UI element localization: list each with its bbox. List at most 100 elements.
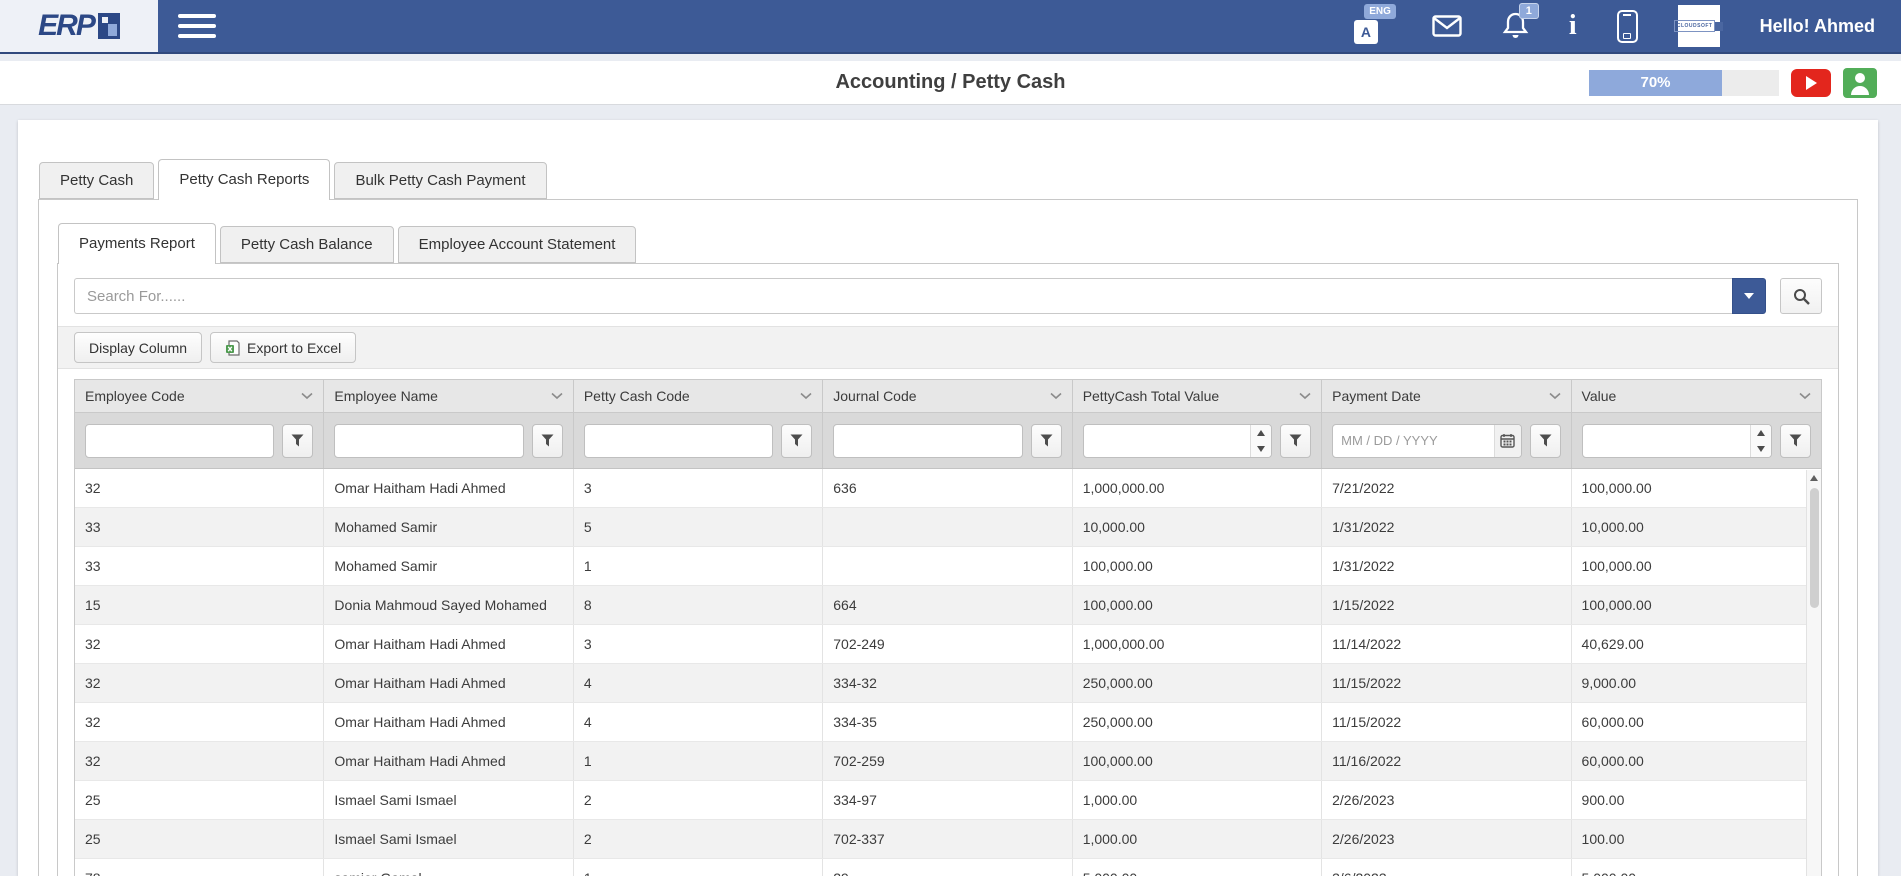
table-row[interactable]: 32Omar Haitham Hadi Ahmed1702-259100,000… xyxy=(75,742,1821,781)
language-switch-icon[interactable]: ENG A xyxy=(1352,6,1392,46)
content-card: Petty Cash Petty Cash Reports Bulk Petty C… xyxy=(18,120,1878,876)
table-cell: 2 xyxy=(574,781,823,819)
grid-body: 32Omar Haitham Hadi Ahmed36361,000,000.0… xyxy=(75,469,1821,876)
table-cell: 3 xyxy=(574,625,823,663)
column-header-label: Payment Date xyxy=(1332,388,1421,404)
subtab-employee-account-statement[interactable]: Employee Account Statement xyxy=(398,226,637,263)
filter-funnel-button-4[interactable] xyxy=(1280,424,1311,458)
scroll-up-arrow-icon[interactable] xyxy=(1807,470,1821,486)
youtube-icon[interactable] xyxy=(1791,69,1831,97)
table-cell: Omar Haitham Hadi Ahmed xyxy=(324,742,573,780)
column-header-employee-name[interactable]: Employee Name xyxy=(324,380,573,412)
table-cell: 1,000,000.00 xyxy=(1073,469,1322,507)
table-cell: 1/31/2022 xyxy=(1322,547,1571,585)
calendar-button[interactable] xyxy=(1494,425,1521,457)
filter-funnel-button-5[interactable] xyxy=(1530,424,1561,458)
column-header-pettycash-total-value[interactable]: PettyCash Total Value xyxy=(1073,380,1322,412)
chevron-down-icon xyxy=(1299,392,1311,400)
petty-cash-reports-panel: Payments ReportPetty Cash BalanceEmploye… xyxy=(38,199,1858,876)
table-cell: 5,000.00 xyxy=(1073,859,1322,876)
scrollbar-thumb[interactable] xyxy=(1810,488,1819,608)
table-cell xyxy=(823,508,1072,546)
spinner-down-icon[interactable] xyxy=(1251,441,1271,457)
spinner-down-icon[interactable] xyxy=(1751,441,1771,457)
display-column-button[interactable]: Display Column xyxy=(74,332,202,363)
chevron-down-icon xyxy=(1744,293,1754,299)
filter-input-3[interactable] xyxy=(833,424,1022,458)
filter-input-4[interactable] xyxy=(1084,425,1250,457)
table-row[interactable]: 32Omar Haitham Hadi Ahmed4334-32250,000.… xyxy=(75,664,1821,703)
table-row[interactable]: 32Omar Haitham Hadi Ahmed3702-2491,000,0… xyxy=(75,625,1821,664)
filter-input-0[interactable] xyxy=(85,424,274,458)
table-cell: 60,000.00 xyxy=(1572,742,1821,780)
table-row[interactable]: 25Ismael Sami Ismael2702-3371,000.002/26… xyxy=(75,820,1821,859)
table-row[interactable]: 32Omar Haitham Hadi Ahmed4334-35250,000.… xyxy=(75,703,1821,742)
table-row[interactable]: 33Mohamed Samir510,000.001/31/202210,000… xyxy=(75,508,1821,547)
table-cell: 1,000.00 xyxy=(1073,781,1322,819)
translate-icon: A xyxy=(1354,20,1378,44)
column-header-petty-cash-code[interactable]: Petty Cash Code xyxy=(574,380,823,412)
table-cell: Mohamed Samir xyxy=(324,547,573,585)
filter-funnel-button-1[interactable] xyxy=(532,424,563,458)
filter-input-1[interactable] xyxy=(334,424,523,458)
table-cell: 32 xyxy=(75,469,324,507)
tab-bulk-petty-cash-payment[interactable]: Bulk Petty Cash Payment xyxy=(334,162,546,199)
mail-icon[interactable] xyxy=(1432,15,1462,37)
filter-funnel-button-0[interactable] xyxy=(282,424,313,458)
table-cell: 78 xyxy=(75,859,324,876)
export-to-excel-button[interactable]: Export to Excel xyxy=(210,332,356,363)
filter-funnel-button-3[interactable] xyxy=(1031,424,1062,458)
notifications-bell-icon[interactable]: 1 xyxy=(1502,12,1529,40)
column-header-label: Journal Code xyxy=(833,388,916,404)
chevron-down-icon xyxy=(1050,392,1062,400)
filter-funnel-button-2[interactable] xyxy=(781,424,812,458)
user-avatar[interactable]: CLOUDSOFT xyxy=(1678,5,1720,47)
tab-petty-cash[interactable]: Petty Cash xyxy=(39,162,154,199)
table-cell: Omar Haitham Hadi Ahmed xyxy=(324,664,573,702)
filter-funnel-button-6[interactable] xyxy=(1780,424,1811,458)
mobile-icon[interactable] xyxy=(1617,10,1638,43)
search-button[interactable] xyxy=(1780,278,1822,314)
column-header-journal-code[interactable]: Journal Code xyxy=(823,380,1072,412)
table-row[interactable]: 15Donia Mahmoud Sayed Mohamed8664100,000… xyxy=(75,586,1821,625)
search-input[interactable] xyxy=(74,278,1732,314)
contacts-icon[interactable] xyxy=(1843,68,1877,98)
filter-input-6[interactable] xyxy=(1583,425,1750,457)
filter-funnel-icon xyxy=(291,434,304,447)
info-icon[interactable]: i xyxy=(1569,12,1577,40)
table-row[interactable]: 32Omar Haitham Hadi Ahmed36361,000,000.0… xyxy=(75,469,1821,508)
filter-cell-2 xyxy=(574,413,823,468)
grid-vertical-scrollbar[interactable] xyxy=(1806,470,1821,876)
column-header-value[interactable]: Value xyxy=(1572,380,1821,412)
table-cell: 40,629.00 xyxy=(1572,625,1821,663)
table-row[interactable]: 25Ismael Sami Ismael2334-971,000.002/26/… xyxy=(75,781,1821,820)
search-dropdown-button[interactable] xyxy=(1732,278,1766,314)
table-cell: 29 xyxy=(823,859,1072,876)
spinner-up-icon[interactable] xyxy=(1751,425,1771,441)
column-header-employee-code[interactable]: Employee Code xyxy=(75,380,324,412)
table-cell: 2/26/2023 xyxy=(1322,781,1571,819)
avatar-logo: CLOUDSOFT xyxy=(1674,20,1724,32)
language-badge: ENG xyxy=(1364,4,1396,19)
tab-label: Petty Cash Reports xyxy=(179,171,309,188)
table-cell: 334-97 xyxy=(823,781,1072,819)
table-row[interactable]: 78samier Gamal1295,000.003/6/20235,000.0… xyxy=(75,859,1821,876)
table-row[interactable]: 33Mohamed Samir1100,000.001/31/2022100,0… xyxy=(75,547,1821,586)
subtab-petty-cash-balance[interactable]: Petty Cash Balance xyxy=(220,226,394,263)
chevron-down-icon xyxy=(1799,392,1811,400)
table-cell: Donia Mahmoud Sayed Mohamed xyxy=(324,586,573,624)
spinner-up-icon[interactable] xyxy=(1251,425,1271,441)
titlebar: Accounting / Petty Cash 70% xyxy=(0,61,1901,105)
subtab-payments-report[interactable]: Payments Report xyxy=(58,223,216,264)
filter-funnel-icon xyxy=(541,434,554,447)
tab-petty-cash-reports[interactable]: Petty Cash Reports xyxy=(158,159,330,200)
column-header-payment-date[interactable]: Payment Date xyxy=(1322,380,1571,412)
table-cell: 9,000.00 xyxy=(1572,664,1821,702)
table-cell: Omar Haitham Hadi Ahmed xyxy=(324,469,573,507)
table-cell: 702-249 xyxy=(823,625,1072,663)
filter-input-2[interactable] xyxy=(584,424,773,458)
chevron-down-icon xyxy=(551,392,563,400)
filter-number-input-4 xyxy=(1083,424,1272,458)
hamburger-menu-icon[interactable] xyxy=(178,8,216,44)
table-cell: 5,000.00 xyxy=(1572,859,1821,876)
